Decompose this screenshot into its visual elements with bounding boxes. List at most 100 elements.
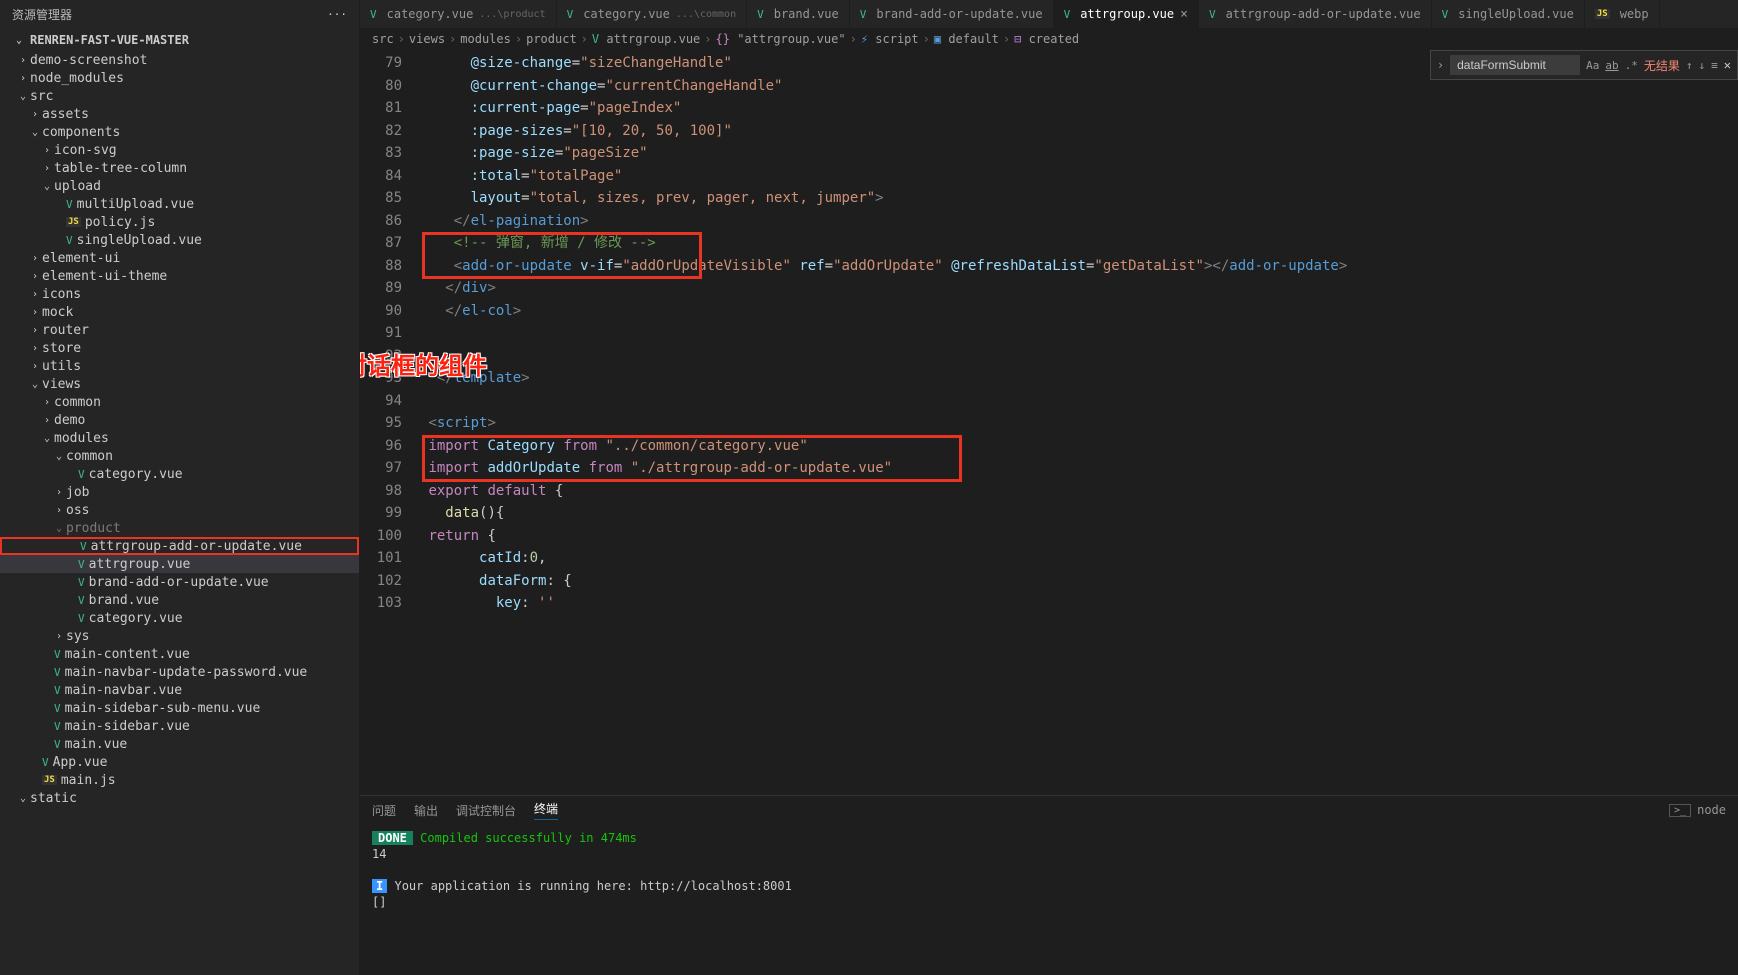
close-icon[interactable]: ✕ [1724,58,1731,72]
tree-item[interactable]: JSpolicy.js [0,213,359,231]
vue-icon: V [1442,8,1449,21]
tree-item[interactable]: Vmain-sidebar-sub-menu.vue [0,699,359,717]
tree-item[interactable]: ⌄src [0,87,359,105]
tree-item[interactable]: Vmain-content.vue [0,645,359,663]
terminal-tab[interactable]: 终端 [534,800,558,820]
tree-item[interactable]: VApp.vue [0,753,359,771]
tree-item[interactable]: ⌄upload [0,177,359,195]
tree-item[interactable]: Vattrgroup.vue [0,555,359,573]
tree-label: utils [42,359,81,374]
chevron-right-icon[interactable]: › [1437,58,1444,72]
editor-tab[interactable]: VsingleUpload.vue [1432,0,1585,28]
tree-item[interactable]: ›demo [0,411,359,429]
tree-label: table-tree-column [54,161,187,176]
tree-item[interactable]: Vmain.vue [0,735,359,753]
terminal-selector[interactable]: >_ [1669,804,1691,817]
more-icon[interactable]: ··· [327,8,347,21]
regex-icon[interactable]: .* [1625,59,1638,72]
vue-icon: V [66,198,73,211]
tree-item[interactable]: ›table-tree-column [0,159,359,177]
tree-item[interactable]: ›store [0,339,359,357]
chevron-icon: › [40,415,54,426]
tree-item[interactable]: ›utils [0,357,359,375]
editor-tab[interactable]: JSwebp [1585,0,1660,28]
breadcrumb-item[interactable]: product [526,32,577,46]
breadcrumb-item[interactable]: {} "attrgroup.vue" [716,32,846,46]
tree-item[interactable]: ›node_modules [0,69,359,87]
next-match-icon[interactable]: ↓ [1699,59,1706,72]
tree-item[interactable]: Vbrand-add-or-update.vue [0,573,359,591]
tree-item[interactable]: JSmain.js [0,771,359,789]
tree-label: main.vue [65,737,128,752]
tree-item[interactable]: ›element-ui [0,249,359,267]
terminal-tab[interactable]: 输出 [414,802,438,819]
editor-tab[interactable]: Vbrand.vue [747,0,850,28]
chevron-icon: › [52,505,66,516]
tree-item[interactable]: Vattrgroup-add-or-update.vue [0,537,359,555]
tree-item[interactable]: ›icon-svg [0,141,359,159]
tree-item[interactable]: ›common [0,393,359,411]
tree-label: App.vue [53,755,108,770]
code-content[interactable]: @size-change="sizeChangeHandle" @current… [420,50,1738,795]
tree-item[interactable]: ⌄modules [0,429,359,447]
breadcrumb-item[interactable]: ⊟ created [1014,32,1079,46]
tree-item[interactable]: ›sys [0,627,359,645]
tree-label: category.vue [89,611,183,626]
breadcrumbs[interactable]: src›views›modules›product›V attrgroup.vu… [360,28,1738,50]
editor-tab[interactable]: Vattrgroup.vue× [1054,0,1199,28]
breadcrumb-item[interactable]: V attrgroup.vue [592,32,700,46]
tree-item[interactable]: ›oss [0,501,359,519]
tree-label: job [66,485,89,500]
tree-item[interactable]: ›assets [0,105,359,123]
tree-label: main-navbar-update-password.vue [65,665,308,680]
terminal-node-label[interactable]: node [1697,803,1726,817]
breadcrumb-item[interactable]: views [409,32,445,46]
match-case-icon[interactable]: Aa [1586,59,1599,72]
breadcrumb-item[interactable]: modules [460,32,511,46]
tree-item[interactable]: ›router [0,321,359,339]
search-input[interactable] [1450,55,1580,75]
project-root[interactable]: ⌄ RENREN-FAST-VUE-MASTER [0,29,359,51]
breadcrumb-item[interactable]: src [372,32,394,46]
tree-item[interactable]: Vcategory.vue [0,465,359,483]
chevron-icon: ⌄ [52,523,66,534]
code-editor[interactable]: › Aa ab .* 无结果 ↑ ↓ ≡ ✕ 79808182838485868… [360,50,1738,795]
find-in-selection-icon[interactable]: ≡ [1711,59,1718,72]
terminal-tab[interactable]: 调试控制台 [456,802,516,819]
terminal-output[interactable]: DONE Compiled successfully in 474ms 14 I… [360,824,1738,975]
tree-item[interactable]: VsingleUpload.vue [0,231,359,249]
tree-item[interactable]: ›icons [0,285,359,303]
prev-match-icon[interactable]: ↑ [1686,59,1693,72]
editor-tab[interactable]: Vbrand-add-or-update.vue [850,0,1054,28]
whole-word-icon[interactable]: ab [1605,59,1618,72]
tree-item[interactable]: ⌄common [0,447,359,465]
vue-icon: V [370,8,377,21]
tree-item[interactable]: Vmain-sidebar.vue [0,717,359,735]
tree-item[interactable]: Vmain-navbar-update-password.vue [0,663,359,681]
breadcrumb-item[interactable]: ▣ default [934,32,999,46]
tree-label: oss [66,503,89,518]
breadcrumb-item[interactable]: ⚡ script [861,32,919,46]
tree-item[interactable]: ›mock [0,303,359,321]
chevron-icon: ⌄ [52,451,66,462]
tree-item[interactable]: VmultiUpload.vue [0,195,359,213]
tree-label: main-sidebar.vue [65,719,190,734]
tree-item[interactable]: ⌄static [0,789,359,807]
tree-item[interactable]: Vcategory.vue [0,609,359,627]
editor-tab[interactable]: Vattrgroup-add-or-update.vue [1199,0,1432,28]
editor-tab[interactable]: Vcategory.vue...\product [360,0,557,28]
tree-item[interactable]: ⌄product [0,519,359,537]
tree-item[interactable]: ›element-ui-theme [0,267,359,285]
tree-item[interactable]: ›job [0,483,359,501]
terminal-tab[interactable]: 问题 [372,802,396,819]
file-tree[interactable]: ›demo-screenshot›node_modules⌄src›assets… [0,51,359,975]
tree-item[interactable]: Vbrand.vue [0,591,359,609]
tree-item[interactable]: ⌄views [0,375,359,393]
close-icon[interactable]: × [1180,7,1188,22]
tree-item[interactable]: ⌄components [0,123,359,141]
tree-item[interactable]: Vmain-navbar.vue [0,681,359,699]
editor-tab[interactable]: Vcategory.vue...\common [557,0,748,28]
tree-label: mock [42,305,73,320]
chevron-icon: › [28,289,42,300]
tree-item[interactable]: ›demo-screenshot [0,51,359,69]
